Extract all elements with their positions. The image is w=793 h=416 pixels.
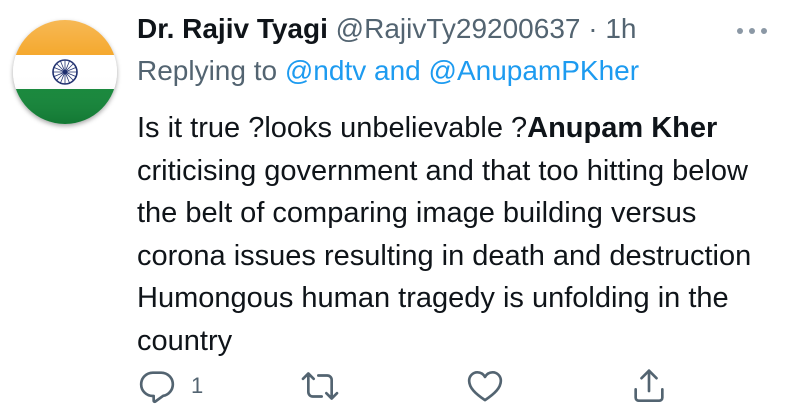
india-flag-icon — [13, 20, 117, 124]
replying-to-label: Replying to — [137, 55, 278, 86]
share-icon — [634, 369, 664, 402]
retweet-button[interactable] — [299, 366, 341, 406]
more-options-icon[interactable] — [737, 26, 777, 36]
mention-anupampkher[interactable]: @AnupamPKher — [429, 55, 640, 86]
tweet-card[interactable]: Dr. Rajiv Tyagi @RajivTy29200637 · 1h Re… — [0, 0, 793, 416]
reply-button[interactable]: 1 — [137, 366, 203, 406]
reply-count: 1 — [191, 373, 204, 398]
avatar[interactable] — [13, 20, 117, 124]
more-dot — [749, 28, 755, 34]
reply-icon — [139, 371, 175, 404]
tweet-text-part1: Is it true ?looks unbelievable ? — [137, 112, 528, 144]
retweet-icon — [301, 372, 339, 400]
mention-ndtv[interactable]: @ndtv — [285, 55, 366, 86]
mention-conjunction: and — [374, 55, 421, 86]
user-handle[interactable]: @RajivTy29200637 — [336, 13, 581, 44]
separator-dot: · — [588, 13, 598, 44]
tweet-text: Is it true ?looks unbelievable ?Anupam K… — [137, 107, 777, 362]
tweet-text-part2: criticising government and that too hitt… — [137, 154, 752, 357]
action-bar: 1 — [137, 366, 677, 406]
more-dot — [737, 28, 743, 34]
share-button[interactable] — [629, 366, 669, 406]
like-button[interactable] — [465, 366, 505, 406]
more-dot — [761, 28, 767, 34]
tweet-header: Dr. Rajiv Tyagi @RajivTy29200637 · 1h — [137, 11, 637, 47]
tweet-text-bold: Anupam Kher — [527, 112, 718, 144]
display-name[interactable]: Dr. Rajiv Tyagi — [137, 13, 328, 44]
timestamp[interactable]: 1h — [605, 13, 636, 44]
replying-to: Replying to @ndtv and @AnupamPKher — [137, 53, 639, 89]
like-icon — [467, 371, 503, 402]
